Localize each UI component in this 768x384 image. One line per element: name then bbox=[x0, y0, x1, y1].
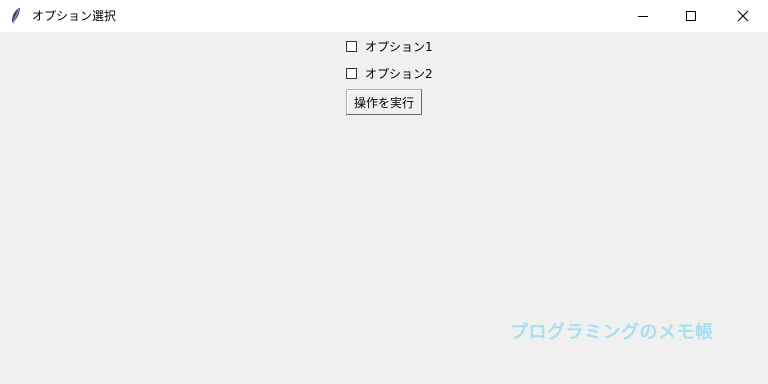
title-bar[interactable]: オプション選択 bbox=[0, 0, 768, 32]
close-icon bbox=[737, 7, 749, 26]
close-button[interactable] bbox=[720, 0, 766, 32]
window-client-area: オプション1 オプション2 操作を実行 プログラミングのメモ帳 bbox=[0, 32, 768, 384]
option2-checkbox[interactable] bbox=[346, 67, 357, 79]
minimize-icon bbox=[637, 7, 649, 26]
window-title: オプション選択 bbox=[32, 9, 117, 23]
option2-checkbox-row[interactable]: オプション2 bbox=[346, 65, 433, 81]
option1-label: オプション1 bbox=[365, 39, 433, 54]
option1-checkbox-row[interactable]: オプション1 bbox=[346, 38, 433, 54]
watermark-text: プログラミングのメモ帳 bbox=[510, 322, 714, 343]
option1-checkbox[interactable] bbox=[346, 40, 357, 52]
maximize-button[interactable] bbox=[668, 0, 714, 32]
minimize-button[interactable] bbox=[620, 0, 666, 32]
feather-icon bbox=[8, 7, 24, 25]
maximize-icon bbox=[685, 7, 697, 26]
run-action-button[interactable]: 操作を実行 bbox=[346, 89, 422, 115]
option2-label: オプション2 bbox=[365, 66, 433, 81]
